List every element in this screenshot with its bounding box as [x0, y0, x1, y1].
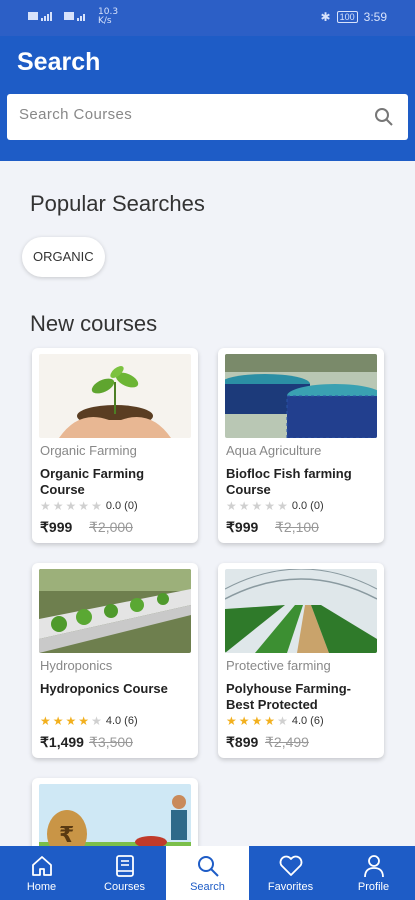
course-mrp: ₹2,499 — [265, 734, 309, 750]
nav-home[interactable]: Home — [0, 846, 83, 900]
heart-icon — [279, 855, 302, 876]
nav-favorites-label: Favorites — [267, 881, 314, 893]
rating-stars-icon: ★ ★ ★ ★ ★ — [226, 714, 288, 728]
network-speed: 10.3 K/s — [98, 7, 119, 26]
course-card[interactable]: Protective farming Polyhouse Farming-Bes… — [218, 563, 384, 758]
book-icon — [115, 855, 134, 877]
rating-value: 0.0 (0) — [105, 500, 138, 512]
course-rating: ★ ★ ★ ★ ★ 4.0 (6) — [40, 715, 138, 727]
bottom-navigation: Home Courses Search Favorites Profile — [0, 846, 415, 900]
course-image — [225, 354, 377, 438]
page-title: Search — [17, 48, 101, 76]
course-rating: ★ ★ ★ ★ ★ 4.0 (6) — [226, 715, 324, 727]
rating-stars-icon: ★ ★ ★ ★ ★ — [40, 714, 102, 728]
course-category: Aqua Agriculture — [226, 443, 322, 458]
nav-courses[interactable]: Courses — [83, 846, 166, 900]
course-rating: ★ ★ ★ ★ ★ 0.0 (0) — [40, 500, 138, 512]
search-icon — [197, 856, 219, 877]
course-name: Polyhouse Farming-Best Protected — [226, 681, 351, 712]
bluetooth-icon: ✱ — [320, 10, 331, 24]
search-bar[interactable] — [7, 94, 408, 140]
course-price: ₹1,499 — [40, 734, 84, 750]
course-category: Organic Farming — [40, 443, 137, 458]
person-icon — [363, 855, 384, 878]
nav-profile[interactable]: Profile — [332, 846, 415, 900]
search-input[interactable] — [19, 106, 359, 123]
svg-text:₹: ₹ — [59, 823, 74, 848]
signal-2-icon — [64, 10, 92, 25]
course-price: ₹999 — [226, 519, 259, 535]
course-card[interactable]: Organic Farming Organic Farming Course ★… — [32, 348, 198, 543]
clock: 3:59 — [363, 10, 387, 24]
course-category: Protective farming — [226, 658, 331, 673]
course-card[interactable]: Aqua Agriculture Biofloc Fish farming Co… — [218, 348, 384, 543]
nav-search-label: Search — [190, 881, 225, 893]
rating-stars-icon: ★ ★ ★ ★ ★ — [226, 499, 288, 513]
nav-favorites[interactable]: Favorites — [249, 846, 332, 900]
course-image — [225, 569, 377, 653]
rating-value: 4.0 (6) — [105, 715, 138, 727]
course-name: Biofloc Fish farming Course — [226, 466, 352, 497]
course-price: ₹999 — [40, 519, 73, 535]
course-rating: ★ ★ ★ ★ ★ 0.0 (0) — [226, 500, 324, 512]
rating-value: 0.0 (0) — [291, 500, 324, 512]
signal-icon — [28, 10, 58, 25]
course-price: ₹899 — [226, 734, 259, 750]
course-category: Hydroponics — [40, 658, 113, 673]
nav-home-label: Home — [26, 881, 57, 893]
course-image — [39, 569, 191, 653]
nav-profile-label: Profile — [357, 881, 390, 893]
search-icon[interactable] — [374, 107, 394, 132]
course-name: Organic Farming Course — [40, 466, 145, 497]
rating-stars-icon: ★ ★ ★ ★ ★ — [40, 499, 102, 513]
course-mrp: ₹3,500 — [89, 734, 133, 750]
new-courses-title: New courses — [30, 311, 158, 336]
course-card[interactable]: Hydroponics Hydroponics Course ★ ★ ★ ★ ★ 4.0… — [32, 563, 198, 758]
popular-searches-title: Popular Searches — [30, 191, 205, 216]
rating-value: 4.0 (6) — [291, 715, 324, 727]
nav-courses-label: Courses — [104, 881, 145, 893]
course-mrp: ₹2,100 — [275, 519, 319, 535]
course-image — [39, 354, 191, 438]
status-bar: 10.3 K/s ✱ 100 3:59 — [0, 0, 415, 36]
nav-search[interactable]: Search — [166, 846, 249, 900]
course-name: Hydroponics Course — [40, 681, 168, 696]
course-mrp: ₹2,000 — [89, 519, 133, 535]
battery-icon: 100 — [336, 11, 358, 23]
popular-chip-organic[interactable]: ORGANIC — [22, 237, 105, 277]
home-icon — [31, 856, 52, 876]
